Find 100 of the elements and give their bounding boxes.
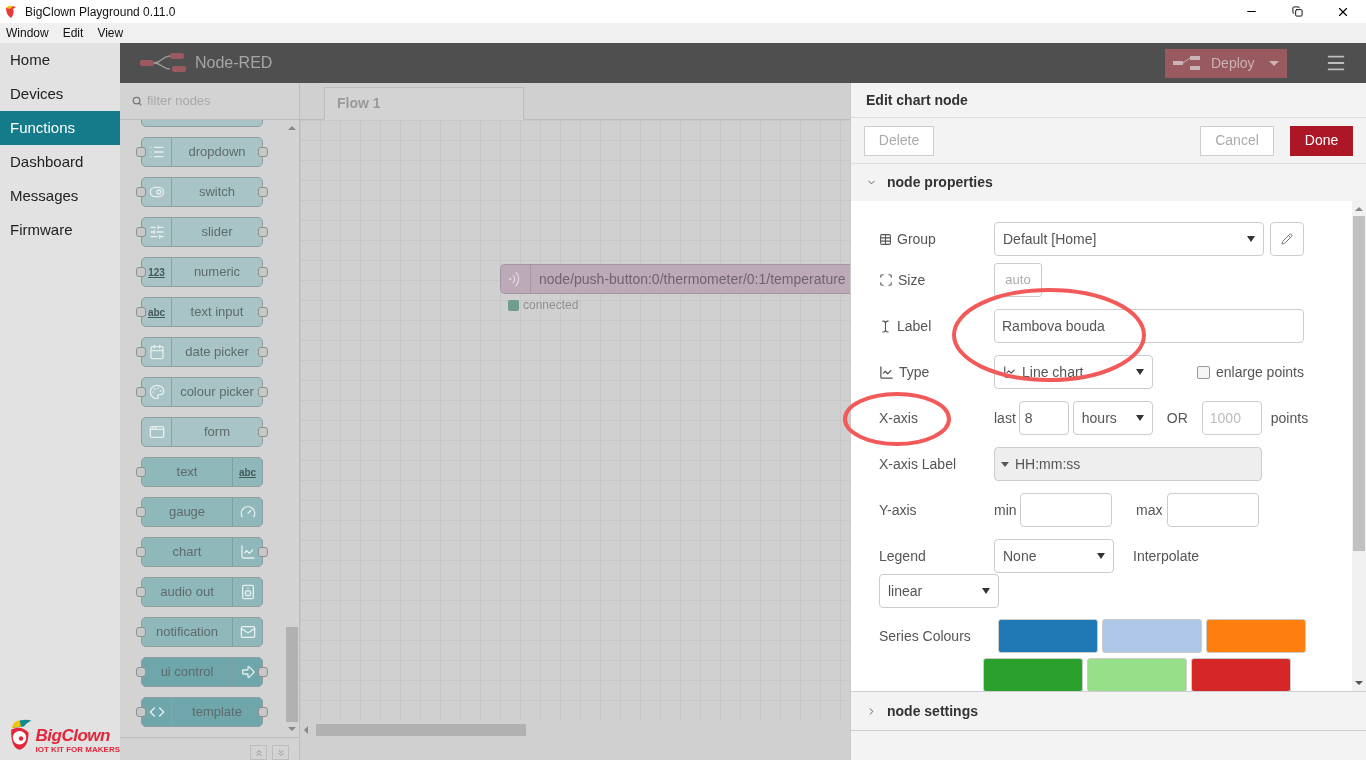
section-header[interactable]: node settings — [851, 691, 1366, 731]
collapse-all-button[interactable] — [250, 745, 267, 760]
node-icon — [239, 664, 256, 680]
output-port[interactable] — [258, 307, 268, 317]
output-port[interactable] — [258, 707, 268, 717]
output-port[interactable] — [258, 427, 268, 437]
nav-item[interactable]: Dashboard — [0, 145, 120, 179]
palette-node[interactable]: chart — [141, 537, 263, 567]
palette-node[interactable]: colour picker — [141, 377, 263, 407]
points-input[interactable]: 1000 — [1201, 401, 1262, 435]
field-label: Interpolate — [1133, 546, 1200, 566]
field-label: Type — [899, 362, 930, 382]
menu-item[interactable]: View — [97, 24, 124, 42]
input-port[interactable] — [136, 667, 146, 677]
menu-item[interactable]: Window — [6, 24, 49, 42]
nav-item[interactable]: Home — [0, 43, 120, 77]
duration-input[interactable]: 8 — [1018, 401, 1069, 435]
palette-node[interactable]: abc text input — [141, 297, 263, 327]
node-icon — [239, 544, 256, 560]
field-label: points — [1270, 408, 1309, 428]
checkbox[interactable] — [1197, 365, 1210, 379]
palette-node[interactable]: switch — [141, 177, 263, 207]
scrollbar-thumb[interactable] — [286, 627, 298, 722]
done-button[interactable]: Done — [1290, 125, 1353, 156]
scroll-up-icon[interactable] — [288, 126, 296, 130]
colour-swatch[interactable] — [983, 658, 1083, 692]
palette-node[interactable]: gauge — [141, 497, 263, 527]
output-port[interactable] — [258, 667, 268, 677]
chart-icon — [1003, 365, 1017, 379]
section-header[interactable]: node properties — [851, 164, 1366, 201]
palette-node[interactable]: dropdown — [141, 137, 263, 167]
palette-node[interactable]: text abc — [141, 457, 263, 487]
scrollbar-thumb[interactable] — [316, 724, 526, 736]
checkbox-label: enlarge points — [1216, 362, 1304, 382]
input-port[interactable] — [136, 227, 146, 237]
input-port[interactable] — [136, 587, 146, 597]
unit-select[interactable]: hours — [1072, 401, 1153, 435]
deploy-icon — [1173, 56, 1201, 70]
label-input[interactable]: Rambova bouda — [994, 309, 1304, 343]
output-port[interactable] — [258, 147, 268, 157]
flow-node[interactable]: node/push-button:0/thermometer/0:1/temperature — [500, 264, 850, 294]
colour-swatch[interactable] — [1206, 619, 1306, 653]
scroll-up-icon[interactable] — [1355, 207, 1363, 211]
nav-item[interactable]: Devices — [0, 77, 120, 111]
nav-item[interactable]: Firmware — [0, 213, 120, 247]
input-port[interactable] — [136, 627, 146, 637]
colour-swatch[interactable] — [1087, 658, 1187, 692]
palette-node[interactable]: form — [141, 417, 263, 447]
app-title: Node-RED — [195, 53, 273, 73]
deploy-button[interactable]: Deploy — [1165, 48, 1287, 78]
scroll-down-icon[interactable] — [1355, 681, 1363, 685]
input-port[interactable] — [136, 547, 146, 557]
input-port[interactable] — [136, 267, 146, 277]
colour-swatch[interactable] — [1102, 619, 1202, 653]
flow-canvas[interactable]: node/push-button:0/thermometer/0:1/temperature connected — [300, 120, 850, 720]
node-icon — [148, 184, 165, 200]
field-label: Series Colours — [879, 626, 971, 646]
group-select[interactable]: Default [Home] — [994, 222, 1264, 256]
colour-swatch[interactable] — [998, 619, 1098, 653]
palette-node[interactable]: audio out — [141, 577, 263, 607]
input-port[interactable] — [136, 707, 146, 717]
palette-node[interactable]: notification — [141, 617, 263, 647]
menu-item[interactable]: Edit — [62, 24, 84, 42]
input-port[interactable] — [136, 147, 146, 157]
scroll-left-icon[interactable] — [304, 726, 308, 734]
expand-all-button[interactable] — [272, 745, 289, 760]
output-port[interactable] — [258, 227, 268, 237]
interpolate-select[interactable]: linear — [879, 574, 999, 608]
size-button[interactable]: auto — [994, 263, 1042, 297]
input-port[interactable] — [136, 387, 146, 397]
caret-icon — [1136, 369, 1144, 375]
nav-item[interactable]: Messages — [0, 179, 120, 213]
output-port[interactable] — [258, 387, 268, 397]
format-select[interactable]: HH:mm:ss — [994, 447, 1262, 481]
palette-node[interactable]: 123 numeric — [141, 257, 263, 287]
output-port[interactable] — [258, 187, 268, 197]
field-label: X-axis — [879, 408, 918, 428]
max-input[interactable] — [1167, 493, 1259, 527]
min-input[interactable] — [1020, 493, 1112, 527]
palette-node[interactable]: slider — [141, 217, 263, 247]
scrollbar-thumb[interactable] — [1353, 216, 1365, 551]
nav-item[interactable]: Functions — [0, 111, 120, 145]
input-port[interactable] — [136, 467, 146, 477]
palette-node[interactable]: date picker — [141, 337, 263, 367]
edit-button[interactable] — [1270, 222, 1304, 256]
field-label: Size — [898, 270, 926, 290]
colour-swatch[interactable] — [1191, 658, 1291, 692]
input-port[interactable] — [136, 347, 146, 357]
input-port[interactable] — [136, 187, 146, 197]
brand-name: BigClown — [35, 727, 111, 745]
legend-select[interactable]: None — [994, 539, 1114, 573]
cancel-button[interactable]: Cancel — [1200, 125, 1274, 156]
input-port[interactable] — [136, 507, 146, 517]
output-port[interactable] — [258, 547, 268, 557]
output-port[interactable] — [258, 267, 268, 277]
table-icon — [879, 232, 892, 246]
node-icon — [148, 704, 165, 720]
output-port[interactable] — [258, 347, 268, 357]
delete-button[interactable]: Delete — [864, 125, 934, 156]
input-port[interactable] — [136, 307, 146, 317]
